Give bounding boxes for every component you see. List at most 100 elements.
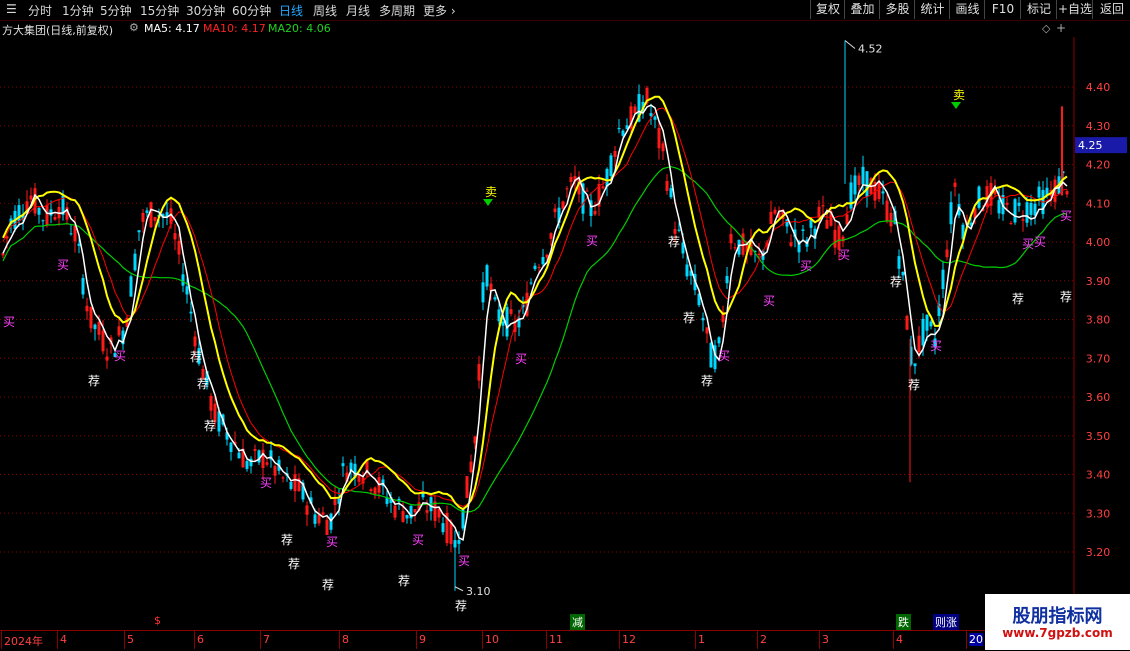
tab-5[interactable]: 60分钟 — [232, 2, 271, 19]
candle-body — [1013, 199, 1017, 223]
candle-body — [481, 282, 485, 303]
event-marker[interactable]: $ — [152, 614, 163, 627]
toolbar-button-5[interactable]: F10 — [984, 0, 1021, 19]
candle-body — [941, 269, 945, 290]
add-icon[interactable]: + — [1056, 21, 1066, 35]
candle-body — [885, 200, 889, 221]
candle-body — [129, 276, 133, 297]
tab-0[interactable]: 分时 — [28, 2, 52, 19]
x-tick — [57, 631, 58, 649]
recommend-signal: 荐 — [398, 574, 410, 588]
candle-body — [37, 207, 41, 215]
candle-body — [529, 282, 533, 284]
candle-body — [857, 175, 861, 186]
ma20-value: MA20: 4.06 — [268, 22, 331, 35]
candles — [1, 84, 1069, 554]
candle-body — [889, 212, 893, 227]
candle-body — [773, 209, 777, 214]
x-tick-label: 10 — [485, 633, 499, 646]
tab-4[interactable]: 30分钟 — [186, 2, 225, 19]
candle-body — [593, 210, 597, 215]
candle-body — [457, 540, 461, 544]
tab-6[interactable]: 日线 — [279, 2, 303, 19]
tab-7[interactable]: 周线 — [313, 2, 337, 19]
buy-signal: 买 — [458, 554, 470, 568]
toolbar-button-0[interactable]: 复权 — [810, 0, 845, 19]
event-marker[interactable]: 减 — [570, 614, 585, 630]
tab-1[interactable]: 1分钟 — [62, 2, 94, 19]
candle-body — [717, 337, 721, 344]
toolbar-button-3[interactable]: 统计 — [914, 0, 950, 19]
settings-icon[interactable]: ⚙ — [129, 21, 139, 34]
candle-body — [425, 510, 429, 513]
buy-signal: 买 — [114, 349, 126, 363]
candle-body — [585, 190, 589, 192]
candle-body — [561, 201, 565, 209]
candle-body — [177, 240, 181, 255]
ma10-line — [2, 95, 1068, 511]
y-tick-label: 3.20 — [1086, 546, 1111, 559]
candle-body — [605, 168, 609, 187]
y-tick-label: 3.60 — [1086, 391, 1111, 404]
x-tick — [482, 631, 483, 649]
x-tick-label: 6 — [197, 633, 204, 646]
candle-body — [173, 233, 177, 240]
candle-body — [601, 186, 605, 189]
buy-signal: 买 — [800, 259, 812, 273]
event-marker[interactable]: 跌 — [896, 614, 911, 630]
candle-body — [237, 452, 241, 459]
candle-body — [141, 212, 145, 222]
candle-body — [1017, 202, 1021, 206]
candle-body — [469, 461, 473, 473]
candle-body — [253, 448, 257, 451]
x-tick-label: 3 — [822, 633, 829, 646]
tab-9[interactable]: 多周期 — [379, 2, 415, 19]
candle-body — [553, 208, 557, 213]
date-axis: 2024年 4 5 6 7 8 9 10 11 12 1 2 3 4 20 — [0, 630, 1130, 651]
candle-body — [305, 505, 309, 515]
recommend-signal: 荐 — [88, 374, 100, 388]
toolbar-button-8[interactable]: 返回 — [1092, 0, 1130, 19]
toolbar-button-1[interactable]: 叠加 — [844, 0, 880, 19]
recommend-signal: 荐 — [668, 235, 680, 249]
y-tick-label: 3.70 — [1086, 352, 1111, 365]
period-toolbar: 分时 1分钟 5分钟 15分钟 30分钟 60分钟 日线 周线 月线 多周期 更多 › ☰ 复权 叠加 多股… — [0, 0, 1130, 21]
candle-body — [1029, 202, 1033, 215]
x-tick-label: 11 — [549, 633, 563, 646]
candle-body — [733, 247, 737, 249]
candle-body — [5, 236, 9, 239]
tab-10[interactable]: 更多 › — [423, 2, 456, 19]
menu-icon[interactable]: ☰ — [6, 2, 17, 16]
event-marker[interactable]: 则涨 — [933, 614, 959, 630]
tab-2[interactable]: 5分钟 — [100, 2, 132, 19]
candle-body — [261, 449, 265, 469]
candle-body — [949, 202, 953, 225]
candle-body — [861, 166, 865, 185]
toolbar-button-7[interactable]: +自选 — [1056, 0, 1093, 19]
candle-body — [93, 324, 97, 330]
x-tick-label: 2 — [760, 633, 767, 646]
tab-8[interactable]: 月线 — [346, 2, 370, 19]
candle-body — [45, 204, 49, 225]
buy-signal: 买 — [586, 234, 598, 248]
buy-signal: 买 — [515, 352, 527, 366]
diamond-icon[interactable]: ◇ — [1042, 22, 1050, 35]
y-tick-label: 3.80 — [1086, 314, 1111, 327]
candle-body — [853, 175, 857, 195]
candle-body — [321, 512, 325, 515]
toolbar-button-6[interactable]: 标记 — [1020, 0, 1057, 19]
candle-body — [505, 307, 509, 337]
candle-body — [649, 113, 653, 117]
toolbar-button-2[interactable]: 多股 — [879, 0, 915, 19]
candle-body — [281, 477, 285, 479]
buy-signal: 买 — [1060, 209, 1072, 223]
candle-body — [881, 191, 885, 194]
x-tick-label: 20 — [969, 633, 983, 646]
candle-body — [729, 233, 733, 244]
current-price-label: 4.25 — [1078, 139, 1103, 152]
tab-3[interactable]: 15分钟 — [140, 2, 179, 19]
candle-body — [997, 200, 1001, 214]
candle-body — [537, 267, 541, 269]
toolbar-button-4[interactable]: 画线 — [949, 0, 985, 19]
candle-body — [665, 180, 669, 191]
